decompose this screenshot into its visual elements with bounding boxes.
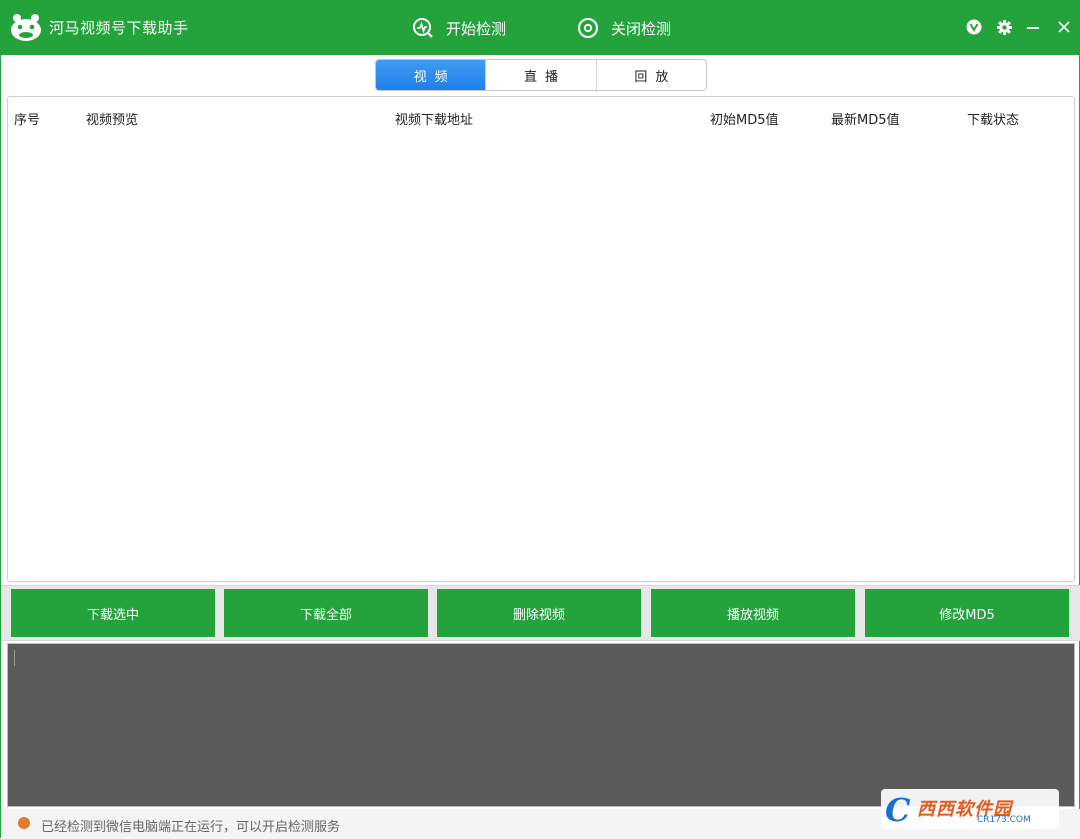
tab-live[interactable]: 直播: [486, 60, 597, 90]
app-window: 河马视频号下载助手 开始检测 关闭检测 视频 直播 回放 序号 视频预览 视频下…: [0, 0, 1080, 839]
close-icon[interactable]: [1055, 18, 1073, 36]
settings-gear-icon[interactable]: [995, 18, 1013, 36]
log-output-area[interactable]: [7, 643, 1075, 807]
start-detect-button[interactable]: 开始检测: [412, 16, 506, 40]
stop-detect-button[interactable]: 关闭检测: [577, 16, 671, 40]
tab-replay[interactable]: 回放: [597, 60, 706, 90]
app-title: 河马视频号下载助手: [49, 19, 189, 37]
start-detect-label: 开始检测: [446, 19, 507, 38]
video-table[interactable]: 序号 视频预览 视频下载地址 初始MD5值 最新MD5值 下载状态: [7, 96, 1075, 582]
version-icon[interactable]: [965, 18, 983, 36]
text-cursor: [14, 650, 15, 666]
stop-detect-icon: [578, 18, 598, 38]
column-header-initial-md5[interactable]: 初始MD5值: [710, 109, 779, 128]
start-detect-icon: [413, 18, 433, 38]
tab-video[interactable]: 视频: [376, 60, 487, 90]
play-video-button[interactable]: 播放视频: [651, 589, 855, 637]
column-header-latest-md5[interactable]: 最新MD5值: [831, 109, 900, 128]
delete-video-button[interactable]: 删除视频: [437, 589, 641, 637]
category-tabs: 视频 直播 回放: [375, 59, 707, 91]
column-header-download-url[interactable]: 视频下载地址: [395, 109, 473, 128]
status-text: 已经检测到微信电脑端正在运行，可以开启检测服务: [41, 820, 341, 835]
watermark-url: CR173.COM: [977, 815, 1031, 825]
column-header-index[interactable]: 序号: [14, 109, 40, 128]
table-header: 序号 视频预览 视频下载地址 初始MD5值 最新MD5值 下载状态: [8, 97, 1074, 137]
download-selected-button[interactable]: 下载选中: [11, 589, 215, 637]
stop-detect-label: 关闭检测: [611, 19, 672, 38]
status-indicator-dot: [18, 817, 30, 829]
title-bar: 河马视频号下载助手 开始检测 关闭检测: [1, 1, 1080, 55]
action-button-bar: 下载选中 下载全部 删除视频 播放视频 修改MD5: [1, 585, 1080, 641]
modify-md5-button[interactable]: 修改MD5: [865, 589, 1069, 637]
site-watermark-logo: C 西西软件园 CR173.COM: [881, 789, 1059, 829]
watermark-letter: C: [885, 791, 911, 829]
minimize-icon[interactable]: [1024, 18, 1042, 36]
column-header-preview[interactable]: 视频预览: [86, 109, 138, 128]
download-all-button[interactable]: 下载全部: [224, 589, 428, 637]
hippo-logo-icon: [11, 14, 41, 41]
column-header-download-status[interactable]: 下载状态: [967, 109, 1019, 128]
